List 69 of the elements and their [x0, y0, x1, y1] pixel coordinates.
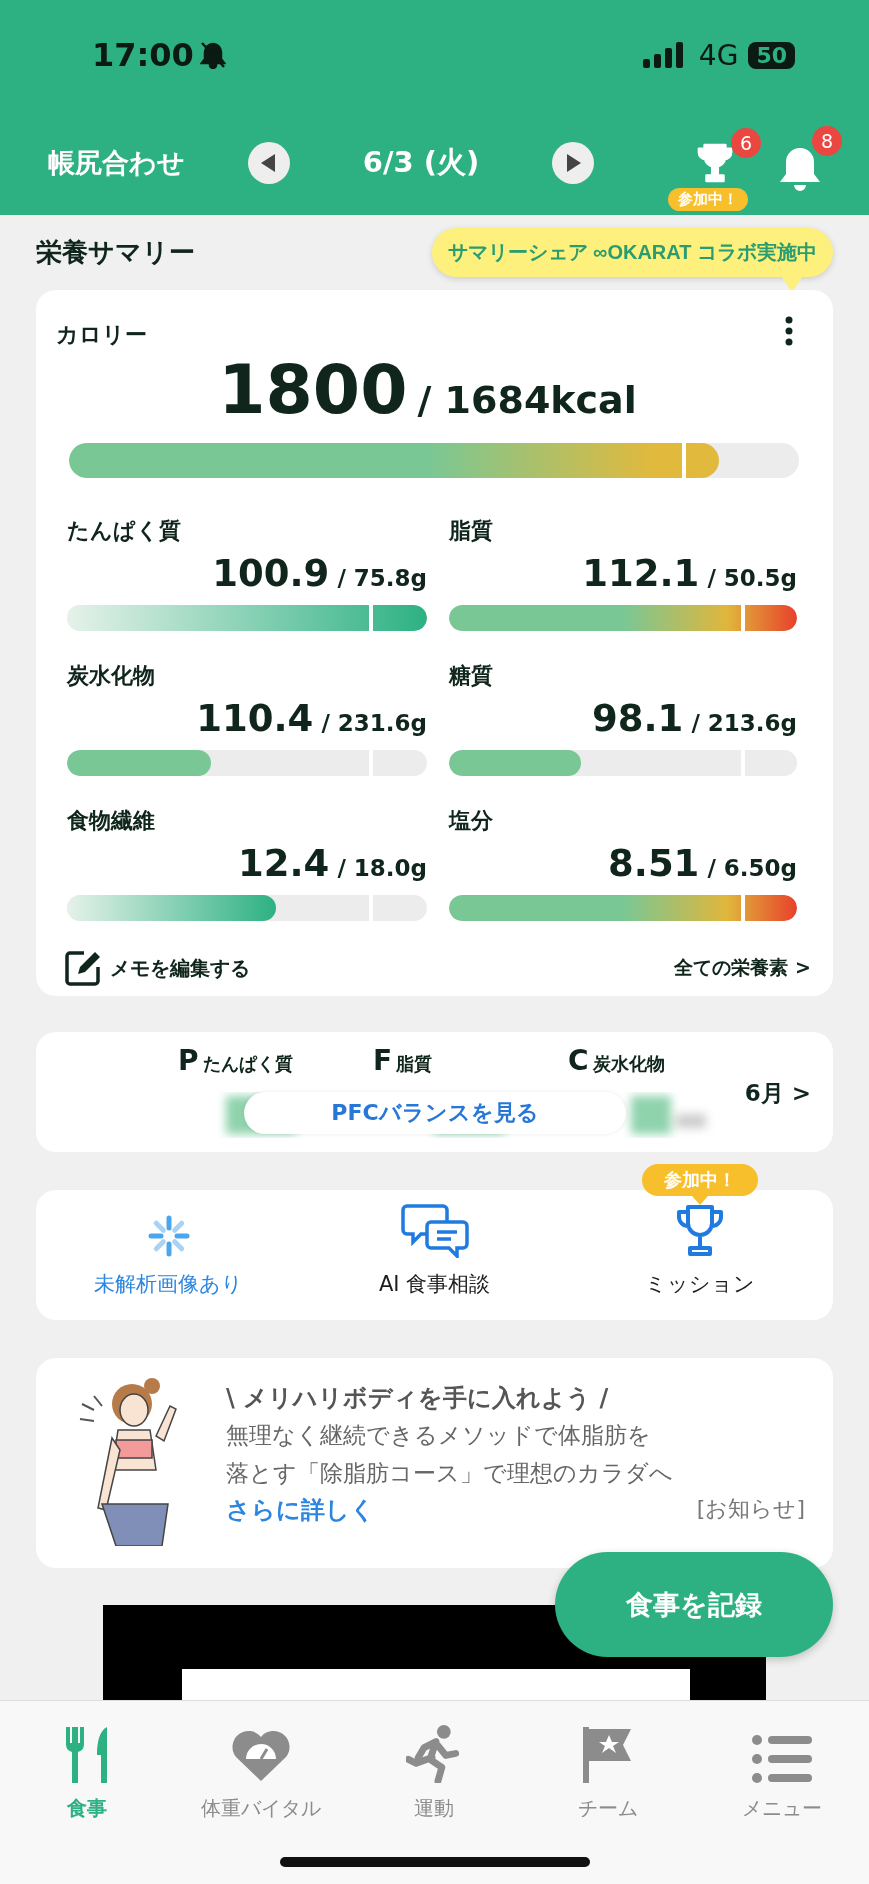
nutrient-label: 食物繊維: [67, 808, 155, 833]
nutrient-label: 炭水化物: [67, 663, 155, 688]
left-triangle-icon: [261, 153, 277, 172]
calorie-value: 1800: [218, 350, 408, 429]
nutrient-label: 脂質: [449, 518, 493, 543]
nutrient-target: / 75.8g: [337, 565, 427, 591]
shortcut-button[interactable]: AI 食事相談: [301, 1190, 568, 1320]
tab[interactable]: 体重バイタル: [173, 1723, 348, 1823]
menu-icon[interactable]: [752, 1735, 813, 1783]
pfc-letter: P: [178, 1044, 199, 1077]
tab[interactable]: 食事: [0, 1723, 174, 1823]
previous-day-button[interactable]: [248, 141, 290, 184]
page-title: 帳尻合わせ: [48, 145, 186, 180]
nutrient-label: 塩分: [449, 808, 493, 833]
nutrient-label: たんぱく質: [67, 518, 181, 543]
pfc-label: 炭水化物: [592, 1053, 665, 1074]
chat-icon: [400, 1204, 469, 1258]
participating-tag: 参加中！: [668, 188, 748, 211]
tab[interactable]: チーム: [521, 1723, 696, 1823]
month-link[interactable]: 6月 >: [744, 1078, 811, 1109]
banner-body: 無理なく継続できるメソッドで体脂肪を 落とす「除脂肪コース」で理想のカラダへ: [226, 1421, 674, 1488]
nutrient-value: 98.1: [592, 697, 684, 740]
nutrient-label: カロリー: [56, 322, 147, 347]
notification-badge: 6: [731, 128, 761, 158]
nutrient-value: 112.1: [582, 552, 700, 595]
more-details-link[interactable]: さらに詳しく: [226, 1494, 375, 1526]
trophy-icon[interactable]: [696, 142, 734, 184]
notice-tag: [お知らせ]: [696, 1494, 805, 1526]
tab[interactable]: メニュー: [695, 1723, 869, 1823]
date-label: 6/3 (火): [361, 143, 481, 181]
section-title: 栄養サマリー: [36, 236, 195, 269]
nutrient-target: / 50.5g: [707, 565, 797, 591]
tooltip-pointer-icon: [781, 276, 803, 292]
notification-badge: 8: [812, 126, 842, 156]
bell-icon[interactable]: [778, 146, 822, 192]
right-triangle-icon: [565, 153, 581, 172]
trophy-icon: [675, 1204, 726, 1258]
nutrient-target: / 213.6g: [691, 710, 797, 736]
pfc-label: たんぱく質: [202, 1053, 293, 1074]
nutrient-value: 100.9: [212, 552, 330, 595]
edit-icon: [64, 949, 102, 987]
pfc-letter: C: [568, 1044, 589, 1077]
flag-icon[interactable]: [583, 1725, 634, 1783]
bell-slash-icon: [199, 41, 226, 69]
promo-tooltip[interactable]: サマリーシェア ∞OKARAT コラボ実施中: [431, 228, 833, 277]
calorie-target: / 1684kcal: [417, 378, 637, 422]
all-nutrients-link[interactable]: 全ての栄養素 >: [674, 955, 811, 981]
pfc-letter: F: [373, 1044, 393, 1077]
banner-headline: \ メリハリボディを手に入れよう /: [226, 1383, 610, 1414]
battery-indicator: 50: [748, 41, 795, 69]
nutrient-value: 12.4: [238, 842, 330, 885]
record-meal-button[interactable]: 食事を記録: [555, 1552, 833, 1657]
tab[interactable]: 運動: [347, 1723, 522, 1823]
nutrient-target: / 18.0g: [337, 855, 427, 881]
tag-pointer-icon: [692, 1196, 709, 1205]
loading-icon: [146, 1214, 191, 1258]
next-day-button[interactable]: [552, 141, 594, 184]
nutrient-target: / 6.50g: [707, 855, 797, 881]
nutrient-target: / 231.6g: [321, 710, 427, 736]
edit-memo-button[interactable]: メモを編集する: [64, 949, 250, 987]
nutrient-value: 8.51: [608, 842, 700, 885]
more-icon[interactable]: [785, 316, 793, 346]
network-label: 4G: [698, 38, 739, 72]
status-time: 17:00: [92, 36, 194, 74]
nutrient-label: 糖質: [449, 663, 493, 688]
nutrient-value: 110.4: [196, 697, 314, 740]
shortcut-button[interactable]: 未解析画像あり: [36, 1190, 302, 1320]
pfc-label: 脂質: [396, 1053, 433, 1074]
pfc-balance-button[interactable]: PFCバランスを見る: [244, 1092, 626, 1134]
